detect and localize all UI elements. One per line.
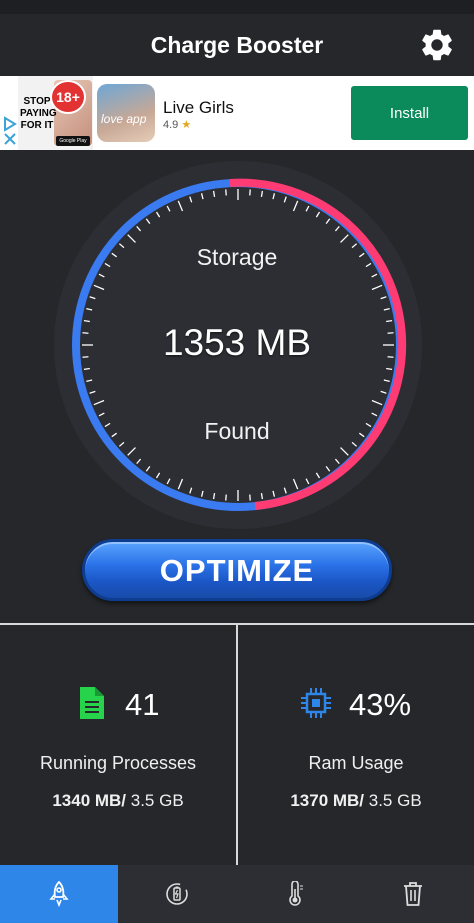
nav-temperature[interactable] <box>236 865 354 923</box>
ad-image-text: STOP PAYING FOR IT <box>20 96 57 131</box>
bottom-nav <box>0 865 474 923</box>
ram-label: Ram Usage <box>308 753 404 773</box>
ram-memory: 1370 MB/ 3.5 GB <box>238 791 474 811</box>
ram-mem-used: 1370 MB/ <box>290 791 365 810</box>
ad-app-icon[interactable]: love app <box>97 84 155 142</box>
stat-processes: 41 Running Processes 1340 MB/ 3.5 GB <box>0 625 238 865</box>
dial-tick <box>386 367 393 371</box>
ad-rating: 4.9 ★ <box>163 118 191 131</box>
ram-mem-total: 3.5 GB <box>364 791 422 810</box>
dial-tick <box>260 190 264 197</box>
ad-app-icon-text: love app <box>101 112 147 126</box>
ad-app-name[interactable]: Live Girls <box>163 98 234 118</box>
ad-image[interactable]: STOP PAYING FOR IT 18+ Google Play <box>18 76 93 150</box>
dial-tick <box>212 190 216 197</box>
dial-tick <box>83 367 90 371</box>
nav-battery[interactable] <box>118 865 236 923</box>
document-icon <box>80 687 104 719</box>
stats-panel: 41 Running Processes 1340 MB/ 3.5 GB 43%… <box>0 623 474 865</box>
ad-rating-value: 4.9 <box>163 119 179 131</box>
ad-banner[interactable]: STOP PAYING FOR IT 18+ Google Play love … <box>0 76 474 150</box>
app-title: Charge Booster <box>150 32 324 58</box>
ad-age-badge: 18+ <box>50 80 86 114</box>
google-play-badge: Google Play <box>56 136 90 146</box>
app-bar: Charge Booster <box>0 14 474 76</box>
gear-icon[interactable] <box>418 26 456 64</box>
gauge-label-top: Storage <box>196 244 278 270</box>
gauge-value: 1353 MB <box>162 322 312 363</box>
optimize-button[interactable]: OPTIMIZE <box>82 539 392 601</box>
dial-tick <box>260 493 264 500</box>
dial-tick <box>212 493 216 500</box>
status-bar <box>0 0 474 14</box>
trash-icon <box>404 882 422 906</box>
processes-count: 41 <box>125 687 160 722</box>
nav-cleaner[interactable] <box>354 865 472 923</box>
processes-mem-used: 1340 MB/ <box>52 791 127 810</box>
adchoices-icon[interactable] <box>2 116 18 146</box>
ram-percent: 43% <box>349 687 412 722</box>
cpu-chip-icon <box>301 688 331 718</box>
star-icon: ★ <box>181 119 192 131</box>
rocket-icon <box>49 881 69 907</box>
ad-install-button[interactable]: Install <box>351 86 468 140</box>
battery-refresh-icon <box>166 883 188 905</box>
gauge-label-bottom: Found <box>204 418 270 444</box>
stat-ram: 43% Ram Usage 1370 MB/ 3.5 GB <box>238 625 474 865</box>
thermometer-icon <box>289 881 303 906</box>
processes-label: Running Processes <box>39 753 197 773</box>
processes-mem-total: 3.5 GB <box>126 791 184 810</box>
nav-boost[interactable] <box>0 865 118 923</box>
processes-memory: 1340 MB/ 3.5 GB <box>0 791 236 811</box>
